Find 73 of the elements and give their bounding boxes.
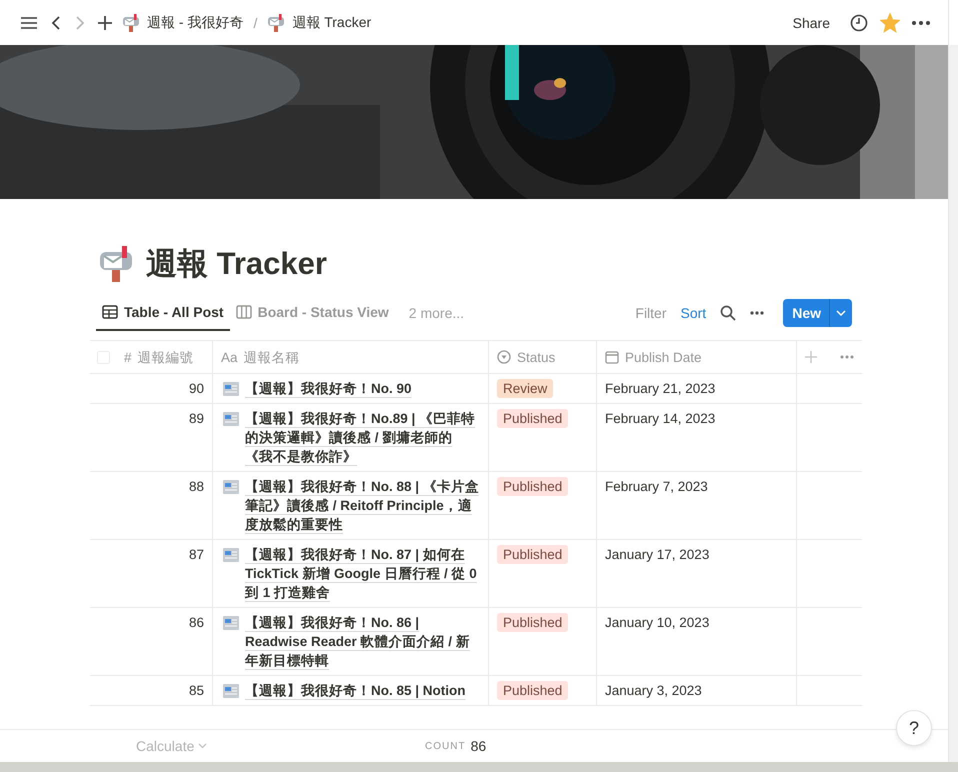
share-button[interactable]: Share — [792, 14, 830, 30]
mailbox-icon — [122, 12, 140, 32]
star-icon — [880, 12, 900, 32]
scrollbar[interactable] — [949, 45, 958, 762]
column-type-icon: # — [124, 348, 132, 366]
status-tag: Published — [497, 477, 568, 496]
breadcrumb-link[interactable]: 週報 Tracker — [267, 12, 372, 32]
add-button[interactable] — [98, 16, 112, 30]
more-icon — [912, 20, 930, 24]
table-icon — [102, 305, 118, 319]
back-button[interactable] — [50, 14, 62, 30]
table-cell: 87 — [188, 547, 204, 562]
document-icon — [223, 684, 239, 698]
dropdown-circle-icon — [497, 350, 511, 364]
column-type-icon: Aa — [221, 348, 238, 366]
breadcrumb-separator: / — [253, 14, 258, 30]
history-button[interactable] — [850, 14, 868, 32]
page-link[interactable]: 【週報】我很好奇！No. 88 | 《卡片盒筆記》讀後感 / Reitoff Principle，適度放鬆的重要性 — [245, 477, 480, 534]
menu-button[interactable] — [20, 16, 38, 30]
new-options-button[interactable] — [829, 299, 852, 327]
table-cell: January 3, 2023 — [605, 683, 702, 698]
new-button[interactable]: New — [783, 299, 829, 327]
table-cell: 86 — [188, 615, 204, 630]
page-link[interactable]: 【週報】我很好奇！No. 86 | Readwise Reader 軟體介面介紹 / 新年新目標特輯 — [245, 613, 480, 670]
page-link[interactable]: 【週報】我很好奇！No.89 | 《巴菲特的決策邏輯》讀後感 / 劉墉老師的《我不是教你詐》 — [245, 409, 480, 466]
status-tag: Published — [497, 681, 568, 700]
page-title: 週報 Tracker — [146, 245, 327, 283]
chevron-left-icon — [50, 14, 62, 30]
table-cell: January 17, 2023 — [605, 547, 710, 562]
more-button[interactable] — [750, 311, 764, 315]
chevron-down-icon — [836, 310, 846, 316]
chevron-down-icon — [198, 743, 208, 749]
table-cell: 89 — [188, 411, 204, 426]
plus-icon — [805, 351, 817, 363]
mailbox-icon — [98, 244, 134, 284]
table-cell: 88 — [188, 479, 204, 494]
page-link[interactable]: 【週報】我很好奇！No. 87 | 如何在 TickTick 新增 Google 日曆行程 / 從 0 到 1 打造雞舍 — [245, 545, 480, 602]
status-tag: Published — [497, 613, 568, 632]
more-icon — [750, 311, 764, 315]
search-button[interactable] — [720, 305, 736, 321]
document-icon — [223, 548, 239, 562]
status-tag: Published — [497, 409, 568, 428]
table-cell: January 10, 2023 — [605, 615, 710, 630]
document-icon — [223, 616, 239, 630]
view-tab[interactable]: Table - All Post — [96, 295, 230, 331]
plus-icon — [98, 16, 112, 30]
sort-button[interactable]: Sort — [680, 305, 706, 321]
status-tag: Published — [497, 545, 568, 564]
mailbox-icon — [267, 12, 286, 32]
document-icon — [223, 480, 239, 494]
chevron-right-icon — [74, 14, 86, 30]
search-icon — [720, 305, 736, 321]
table-cell: 90 — [188, 381, 204, 396]
table-cell: February 21, 2023 — [605, 381, 716, 396]
breadcrumb-link[interactable]: 週報 - 我很好奇 — [122, 12, 244, 32]
document-icon — [223, 412, 239, 426]
help-button[interactable]: ? — [896, 710, 932, 746]
page-link[interactable]: 【週報】我很好奇！No. 90 — [245, 379, 412, 398]
more-icon — [840, 355, 854, 359]
more-button[interactable] — [912, 20, 930, 24]
count-value: 86 — [470, 738, 486, 754]
page-link[interactable]: 【週報】我很好奇！No. 85 | Notion — [245, 681, 466, 700]
scrollbar[interactable] — [0, 762, 958, 772]
status-tag: Review — [497, 379, 554, 398]
clock-icon — [850, 14, 868, 32]
count-label: COUNT — [425, 740, 466, 752]
document-icon — [223, 382, 239, 396]
table-cell: 85 — [188, 683, 204, 698]
columns-icon — [236, 305, 252, 319]
table-cell: February 7, 2023 — [605, 479, 708, 494]
calendar-icon — [605, 350, 619, 364]
menu-icon — [20, 16, 38, 30]
table-cell: February 14, 2023 — [605, 411, 716, 426]
